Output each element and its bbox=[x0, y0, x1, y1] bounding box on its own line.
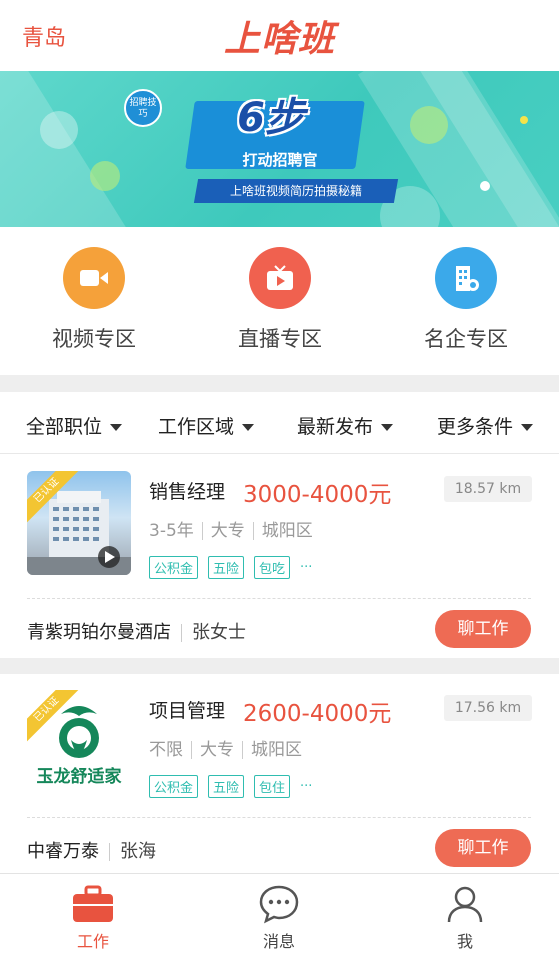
filter-latest[interactable]: 最新发布 bbox=[297, 412, 394, 439]
building-icon bbox=[435, 247, 497, 309]
company-name: 中睿万泰 bbox=[27, 841, 99, 862]
filter-bar: 全部职位 工作区域 最新发布 更多条件 bbox=[0, 392, 559, 454]
benefit-tag: 五险 bbox=[208, 775, 245, 798]
quick-entry-label: 直播专区 bbox=[238, 327, 322, 351]
briefcase-icon bbox=[43, 882, 143, 926]
job-experience: 3-5年 bbox=[149, 521, 194, 541]
company-logo: 玉龙舒适家 已认证 bbox=[27, 690, 131, 794]
chevron-down-icon bbox=[381, 424, 394, 431]
tab-work[interactable]: 工作 bbox=[43, 882, 143, 952]
card-divider bbox=[27, 817, 531, 818]
section-gap bbox=[0, 375, 559, 392]
quick-entry-companies[interactable]: 名企专区 bbox=[396, 247, 536, 353]
job-experience: 不限 bbox=[149, 740, 183, 760]
benefit-tag: 包吃 bbox=[254, 556, 291, 579]
quick-entry-live[interactable]: 直播专区 bbox=[210, 247, 350, 353]
benefit-tag: 公积金 bbox=[149, 775, 199, 798]
quick-entry-video[interactable]: 视频专区 bbox=[24, 247, 164, 353]
app-header: 青岛 上啥班 bbox=[0, 0, 559, 71]
company-name: 青紫玥铂尔曼酒店 bbox=[27, 622, 171, 643]
tv-icon bbox=[249, 247, 311, 309]
company-logo-text: 玉龙舒适家 bbox=[36, 767, 122, 787]
banner-strip-text: 上啥班视频简历拍摄秘籍 bbox=[229, 184, 362, 198]
bottom-tab-bar: 工作 消息 我 bbox=[0, 873, 559, 960]
chevron-down-icon bbox=[521, 424, 534, 431]
user-icon bbox=[415, 882, 515, 926]
benefit-tag: 五险 bbox=[208, 556, 245, 579]
tab-label: 消息 bbox=[262, 932, 295, 951]
banner-subtitle: 打动招聘官 bbox=[242, 151, 318, 169]
quick-entry-label: 视频专区 bbox=[52, 327, 136, 351]
filter-position[interactable]: 全部职位 bbox=[26, 412, 123, 439]
chat-button[interactable]: 聊工作 bbox=[435, 829, 531, 867]
job-card[interactable]: 已认证 销售经理 3000-4000元 18.57 km 3-5年 大专 城阳区 公… bbox=[0, 455, 559, 658]
more-tags: ··· bbox=[300, 779, 313, 794]
job-card[interactable]: 玉龙舒适家 已认证 项目管理 2600-4000元 17.56 km 不限 大专城… bbox=[0, 674, 559, 873]
filter-area[interactable]: 工作区域 bbox=[158, 412, 255, 439]
tab-me[interactable]: 我 bbox=[415, 882, 515, 952]
job-education: 大专 bbox=[200, 740, 234, 760]
company-info: 青紫玥铂尔曼酒店 张女士 bbox=[27, 618, 246, 644]
video-icon bbox=[63, 247, 125, 309]
chevron-down-icon bbox=[242, 424, 255, 431]
job-salary: 3000-4000元 bbox=[243, 482, 392, 508]
more-tags: ··· bbox=[300, 560, 313, 575]
job-district: 城阳区 bbox=[251, 740, 302, 760]
job-distance: 18.57 km bbox=[444, 476, 532, 502]
job-distance: 17.56 km bbox=[444, 695, 532, 721]
quick-entry-label: 名企专区 bbox=[424, 327, 508, 351]
filter-more[interactable]: 更多条件 bbox=[437, 412, 534, 439]
job-tags: 公积金 五险 包住 ··· bbox=[149, 775, 312, 798]
chat-bubble-icon bbox=[229, 882, 329, 926]
banner-steps: 6步 bbox=[237, 95, 305, 141]
job-title: 销售经理 bbox=[149, 481, 226, 503]
contact-name: 张海 bbox=[120, 841, 156, 862]
tab-label: 工作 bbox=[76, 932, 109, 951]
chat-button[interactable]: 聊工作 bbox=[435, 610, 531, 648]
company-info: 中睿万泰 张海 bbox=[27, 837, 156, 863]
quick-entries: 视频专区 直播专区 名企专区 bbox=[0, 227, 559, 375]
job-education: 大专 bbox=[210, 521, 245, 541]
company-photo: 已认证 bbox=[27, 471, 131, 575]
section-gap bbox=[0, 658, 559, 674]
app-logo: 上啥班 bbox=[223, 19, 335, 60]
job-meta: 3-5年 大专 城阳区 bbox=[149, 516, 313, 541]
benefit-tag: 公积金 bbox=[149, 556, 199, 579]
tab-messages[interactable]: 消息 bbox=[229, 882, 329, 952]
job-tags: 公积金 五险 包吃 ··· bbox=[149, 556, 312, 579]
promo-banner[interactable]: 招聘技巧 6步 打动招聘官 上啥班视频简历拍摄秘籍 bbox=[0, 71, 559, 227]
benefit-tag: 包住 bbox=[254, 775, 291, 798]
banner-badge: 招聘技巧 bbox=[124, 89, 162, 127]
tab-label: 我 bbox=[456, 932, 473, 951]
job-meta: 不限 大专 城阳区 bbox=[149, 735, 302, 760]
job-salary: 2600-4000元 bbox=[243, 701, 392, 727]
job-title: 项目管理 bbox=[149, 700, 226, 722]
card-divider bbox=[27, 598, 531, 599]
job-district: 城阳区 bbox=[261, 521, 313, 541]
chevron-down-icon bbox=[110, 424, 123, 431]
contact-name: 张女士 bbox=[192, 622, 246, 643]
